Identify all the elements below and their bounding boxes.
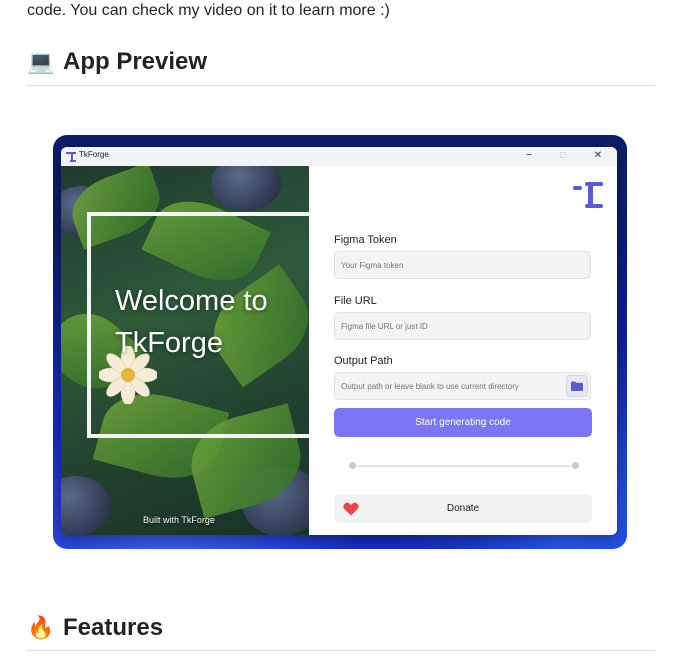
donate-button[interactable]: Donate [334, 494, 592, 523]
fire-emoji-icon: 🔥 [27, 615, 55, 640]
app-preview-heading-text: App Preview [63, 48, 208, 75]
welcome-line-1: Welcome to [115, 285, 268, 317]
heading-divider [26, 85, 655, 86]
rock-decoration [211, 166, 281, 211]
welcome-heading: Welcome to TkForge [115, 280, 268, 364]
heading-divider [26, 650, 655, 651]
rock-decoration [61, 476, 111, 535]
progress-end-dot [572, 462, 579, 469]
donate-label: Donate [446, 503, 480, 514]
close-icon[interactable]: ✕ [591, 149, 605, 163]
tkforge-window: TkForge − □ ✕ Welcome to TkForge Built w… [61, 147, 617, 535]
form-panel: Figma Token File URL Output Path Start g… [309, 166, 617, 535]
maximize-icon[interactable]: □ [556, 149, 570, 163]
file-url-input[interactable] [334, 312, 591, 340]
progress-track [352, 465, 576, 467]
window-title: TkForge [79, 150, 109, 159]
output-path-label: Output Path [334, 355, 393, 367]
file-url-label: File URL [334, 295, 377, 307]
heart-icon [343, 502, 359, 516]
tkforge-logo-icon [573, 182, 603, 208]
app-preview-heading: 💻 App Preview [27, 47, 207, 77]
features-heading-text: Features [63, 614, 164, 641]
app-preview-image: TkForge − □ ✕ Welcome to TkForge Built w… [53, 135, 627, 549]
built-with-label: Built with TkForge [143, 515, 215, 525]
minimize-icon[interactable]: − [522, 149, 536, 163]
welcome-line-2: TkForge [115, 327, 223, 359]
tkforge-app-icon [66, 152, 76, 162]
figma-token-label: Figma Token [334, 234, 397, 246]
output-path-input[interactable] [334, 372, 591, 400]
window-titlebar: TkForge − □ ✕ [61, 147, 617, 166]
folder-icon [571, 381, 583, 391]
features-heading: 🔥 Features [27, 613, 163, 643]
progress-start-dot [349, 462, 356, 469]
laptop-emoji-icon: 💻 [27, 49, 55, 74]
browse-folder-button[interactable] [566, 375, 588, 397]
intro-text: code. You can check my video on it to le… [27, 2, 390, 19]
figma-token-input[interactable] [334, 251, 591, 279]
start-generating-button[interactable]: Start generating code [334, 408, 592, 437]
welcome-artwork: Welcome to TkForge Built with TkForge [61, 166, 309, 535]
